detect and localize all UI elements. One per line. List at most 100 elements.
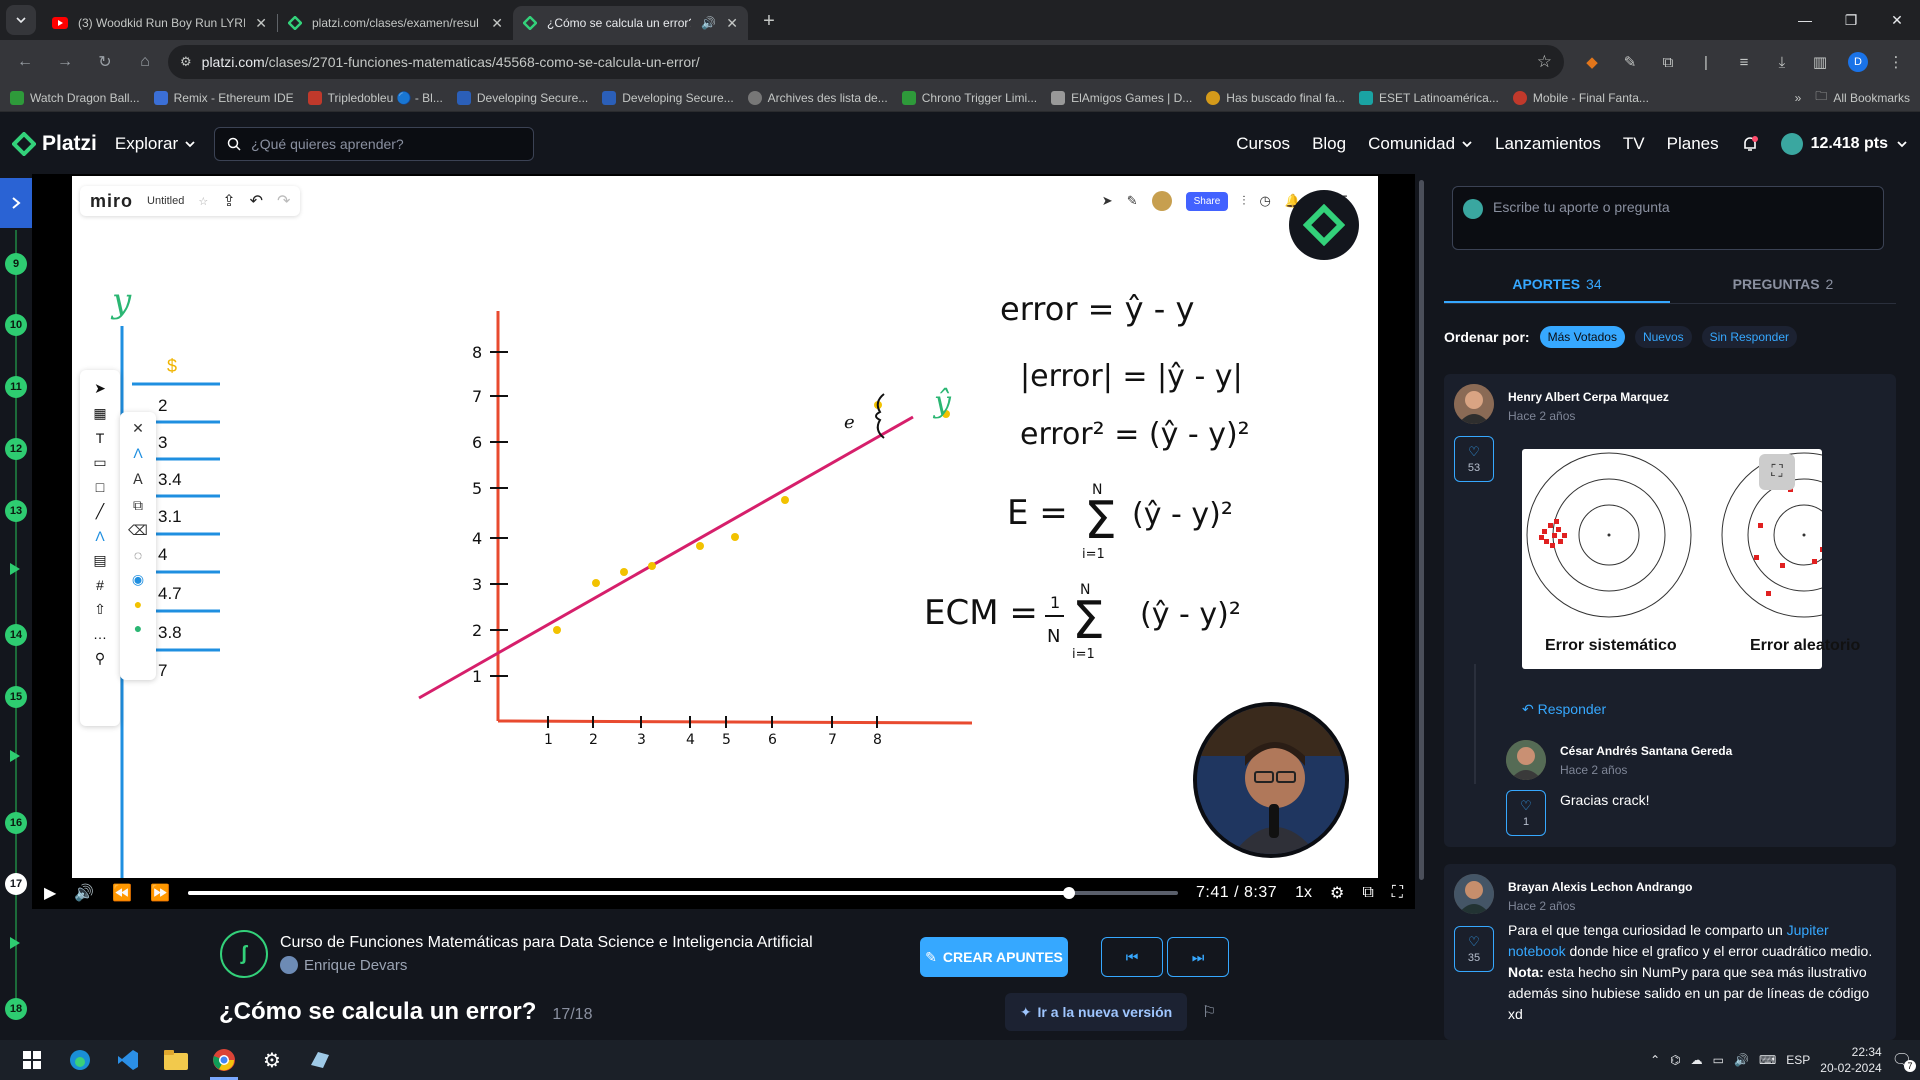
play-icon[interactable]: ▶: [44, 883, 56, 903]
like-button[interactable]: ♡ 35: [1454, 926, 1494, 972]
order-chip-sin-responder[interactable]: Sin Responder: [1701, 326, 1798, 348]
rail-lesson-number[interactable]: 14: [5, 624, 27, 646]
video-progress-knob[interactable]: [1063, 887, 1076, 899]
page-scrollbar[interactable]: [1416, 176, 1426, 1040]
language-indicator[interactable]: ESP: [1786, 1053, 1810, 1067]
nav-tv[interactable]: TV: [1623, 134, 1645, 154]
volume-icon[interactable]: 🔊: [74, 883, 94, 903]
forward-icon[interactable]: →: [48, 45, 82, 79]
bookmark-item[interactable]: Mobile - Final Fanta...: [1512, 90, 1649, 105]
close-icon[interactable]: ✕: [726, 15, 738, 32]
bookmark-item[interactable]: Remix - Ethereum IDE: [153, 90, 294, 105]
author-name[interactable]: Brayan Alexis Lechon Andrango: [1508, 880, 1692, 894]
download-icon[interactable]: ⤓: [1766, 46, 1798, 78]
nav-lanzamientos[interactable]: Lanzamientos: [1495, 134, 1601, 154]
author-name[interactable]: Henry Albert Cerpa Marquez: [1508, 390, 1669, 404]
keyboard-icon[interactable]: ⌨: [1759, 1053, 1776, 1067]
rail-lesson-number[interactable]: 12: [5, 438, 27, 460]
bookmark-item[interactable]: Watch Dragon Ball...: [10, 90, 140, 105]
clock[interactable]: 22:34 20-02-2024: [1820, 1044, 1881, 1076]
nav-blog[interactable]: Blog: [1312, 134, 1346, 154]
pip-icon[interactable]: ⧉: [1362, 884, 1373, 902]
app-icon[interactable]: [296, 1040, 344, 1080]
bookmark-star-icon[interactable]: ☆: [1537, 52, 1552, 72]
settings-gear-icon[interactable]: ⚙: [248, 1040, 296, 1080]
bookmark-item[interactable]: Chrono Trigger Limi...: [901, 90, 1037, 105]
course-badge-icon[interactable]: ʃ: [220, 930, 268, 978]
site-info-icon[interactable]: ⚙: [180, 54, 192, 70]
explore-menu[interactable]: Explorar: [115, 134, 196, 154]
all-bookmarks-folder[interactable]: 🗀 All Bookmarks: [1815, 87, 1910, 108]
pen-extension-icon[interactable]: ✎: [1614, 46, 1646, 78]
bookmark-item[interactable]: Developing Secure...: [602, 90, 734, 105]
previous-lesson-button[interactable]: ⏮: [1101, 937, 1163, 977]
tab-search-button[interactable]: [6, 5, 36, 35]
scrollbar-thumb[interactable]: [1419, 180, 1424, 880]
side-panel-icon[interactable]: ▥: [1804, 46, 1836, 78]
video-progress-bar[interactable]: [188, 887, 1178, 899]
rail-lesson-number[interactable]: 16: [5, 812, 27, 834]
profile-avatar[interactable]: D: [1848, 52, 1868, 72]
edge-icon[interactable]: [56, 1040, 104, 1080]
notifications-bell-icon[interactable]: [1741, 135, 1759, 153]
reload-icon[interactable]: ↻: [88, 45, 122, 79]
minimize-icon[interactable]: —: [1782, 0, 1828, 40]
like-button[interactable]: ♡ 53: [1454, 436, 1494, 482]
rail-lesson-number[interactable]: 18: [5, 998, 27, 1020]
crear-apuntes-button[interactable]: ✎ CREAR APUNTES: [920, 937, 1068, 977]
network-icon[interactable]: ⌬: [1670, 1053, 1680, 1067]
rail-video-play-icon[interactable]: [10, 937, 20, 949]
menu-kebab-icon[interactable]: ⋮: [1880, 46, 1912, 78]
tab-aportes[interactable]: APORTES 34: [1444, 276, 1670, 303]
rail-lesson-number[interactable]: 13: [5, 500, 27, 522]
rail-lesson-number[interactable]: 11: [5, 376, 27, 398]
new-tab-button[interactable]: +: [754, 6, 784, 36]
next-lesson-button[interactable]: ⏭: [1167, 937, 1229, 977]
home-icon[interactable]: ⌂: [128, 45, 162, 79]
browser-tab-2[interactable]: platzi.com/clases/examen/resul ✕: [278, 6, 513, 40]
address-bar[interactable]: ⚙ platzi.com/clases/2701-funciones-matem…: [168, 45, 1564, 79]
chevron-up-icon[interactable]: ⌃: [1650, 1053, 1660, 1067]
back-icon[interactable]: ←: [8, 45, 42, 79]
rail-lesson-number[interactable]: 17: [5, 873, 27, 895]
file-explorer-icon[interactable]: [152, 1040, 200, 1080]
rail-lesson-number[interactable]: 10: [5, 314, 27, 336]
open-syllabus-button[interactable]: [0, 178, 32, 228]
reply-button[interactable]: ↶ Responder: [1522, 701, 1606, 718]
restore-icon[interactable]: ❐: [1828, 0, 1874, 40]
browser-tab-1[interactable]: (3) Woodkid Run Boy Run LYRIC ✕: [42, 6, 277, 40]
expand-image-icon[interactable]: ⛶: [1759, 454, 1795, 490]
bookmark-item[interactable]: Tripledobleu 🔵 - Bl...: [307, 90, 443, 105]
platzi-search-input[interactable]: ¿Qué quieres aprender?: [214, 127, 535, 161]
bookmarks-overflow-icon[interactable]: »: [1795, 91, 1802, 105]
bookmark-item[interactable]: Has buscado final fa...: [1206, 90, 1345, 105]
rail-lesson-number[interactable]: 9: [5, 253, 27, 275]
bookmark-item[interactable]: Archives des lista de...: [747, 90, 888, 105]
user-points[interactable]: 12.418 pts: [1780, 133, 1908, 155]
new-version-button[interactable]: ✦ Ir a la nueva versión: [1005, 993, 1187, 1031]
bookmark-item[interactable]: ESET Latinoamérica...: [1359, 90, 1499, 105]
reading-list-icon[interactable]: ≡: [1728, 46, 1760, 78]
platzi-logo[interactable]: Platzi: [12, 132, 97, 156]
settings-gear-icon[interactable]: ⚙: [1330, 883, 1344, 903]
rewind-icon[interactable]: ⏪: [112, 883, 132, 903]
order-chip-nuevos[interactable]: Nuevos: [1634, 326, 1692, 348]
author-name[interactable]: César Andrés Santana Gereda: [1560, 744, 1732, 758]
order-chip-votados[interactable]: Más Votados: [1539, 326, 1625, 348]
nav-planes[interactable]: Planes: [1667, 134, 1719, 154]
volume-icon[interactable]: 🔊: [1734, 1053, 1749, 1067]
rail-video-play-icon[interactable]: [10, 563, 20, 575]
close-window-icon[interactable]: ✕: [1874, 0, 1920, 40]
close-icon[interactable]: ✕: [491, 15, 503, 32]
nav-comunidad[interactable]: Comunidad: [1368, 134, 1473, 154]
speaker-icon[interactable]: 🔊: [701, 16, 716, 30]
speed-button[interactable]: 1x: [1295, 884, 1312, 902]
metamask-extension-icon[interactable]: ◆: [1576, 46, 1608, 78]
like-button[interactable]: ♡ 1: [1506, 790, 1546, 836]
nav-cursos[interactable]: Cursos: [1236, 134, 1290, 154]
tab-preguntas[interactable]: PREGUNTAS 2: [1670, 276, 1896, 303]
windows-start-icon[interactable]: [8, 1040, 56, 1080]
fullscreen-icon[interactable]: ⛶: [1392, 884, 1403, 902]
chrome-icon[interactable]: [200, 1040, 248, 1080]
aporte-input[interactable]: Escribe tu aporte o pregunta: [1452, 186, 1884, 250]
